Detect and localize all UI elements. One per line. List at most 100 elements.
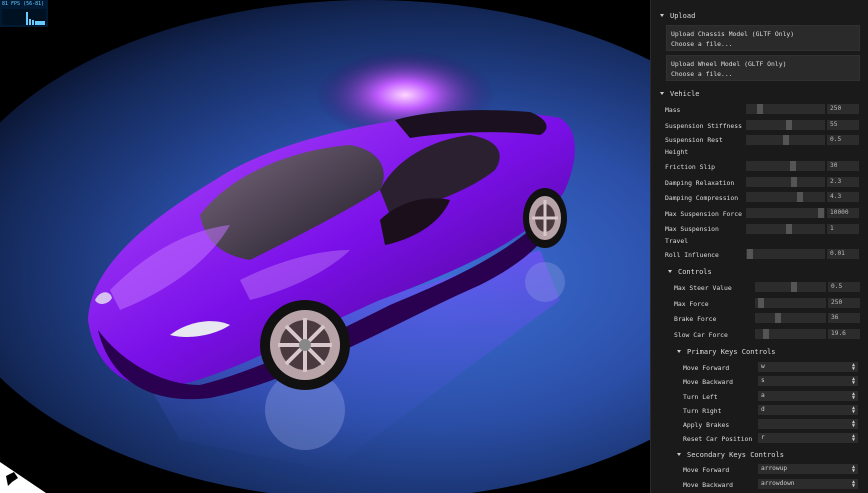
friction-slip-slider[interactable] bbox=[746, 161, 825, 171]
select-arrows-icon: ▲ ▼ bbox=[851, 419, 855, 429]
brake-force-input[interactable]: 36 bbox=[828, 313, 860, 323]
control-row-slow-car-force: Slow Car Force 19.6 bbox=[669, 327, 861, 341]
slider-thumb[interactable] bbox=[782, 135, 789, 145]
damping-relaxation-input[interactable]: 2.3 bbox=[827, 177, 859, 187]
friction-slip-input[interactable]: 30 bbox=[827, 161, 859, 171]
slider-thumb[interactable] bbox=[756, 104, 763, 114]
damping-compression-slider[interactable] bbox=[746, 192, 825, 202]
key-label: Move Forward bbox=[683, 364, 730, 372]
slider-thumb[interactable] bbox=[758, 298, 765, 308]
primary-key-row-reset-car-position: Reset Car Position r ▲ ▼ bbox=[678, 431, 860, 445]
upload-chassis-input[interactable]: Upload Chassis Model (GLTF Only) Choose … bbox=[666, 25, 860, 51]
control-label: Max Steer Value bbox=[674, 284, 732, 292]
upload-wheel-label: Upload Wheel Model (GLTF Only) bbox=[671, 60, 787, 68]
key-label: Move Backward bbox=[683, 481, 734, 489]
roll-influence-slider[interactable] bbox=[746, 249, 825, 259]
param-row-max-suspension-travel: Max Suspension Travel 1 bbox=[660, 222, 860, 245]
control-row-max-steer-value: Max Steer Value 0.5 bbox=[669, 280, 861, 294]
chevron-down-icon bbox=[677, 453, 681, 456]
select-value: d bbox=[761, 406, 765, 413]
slider-thumb[interactable] bbox=[818, 208, 825, 218]
param-row-roll-influence: Roll Influence 0.01 bbox=[660, 247, 860, 261]
primary-key-row-apply-brakes: Apply Brakes ▲ ▼ bbox=[678, 417, 860, 431]
primary-key-apply-brakes-select[interactable]: ▲ ▼ bbox=[758, 419, 858, 429]
slider-thumb[interactable] bbox=[797, 192, 804, 202]
app-logo-icon bbox=[0, 462, 46, 493]
chevron-down-icon bbox=[660, 14, 664, 17]
suspension-stiffness-input[interactable]: 55 bbox=[827, 120, 859, 130]
max-suspension-travel-input[interactable]: 1 bbox=[827, 224, 859, 234]
upload-chassis-label: Upload Chassis Model (GLTF Only) bbox=[671, 30, 795, 38]
slider-thumb[interactable] bbox=[786, 120, 793, 130]
param-label: Roll Influence bbox=[665, 251, 719, 259]
control-label: Slow Car Force bbox=[674, 331, 728, 339]
primary-key-move-backward-select[interactable]: s ▲ ▼ bbox=[758, 376, 858, 386]
mass-input[interactable]: 250 bbox=[827, 104, 859, 114]
fps-stats-panel: 81 FPS (56-81) bbox=[0, 0, 48, 27]
secondary-key-move-backward-select[interactable]: arrowdown ▲ ▼ bbox=[758, 479, 858, 489]
param-row-suspension-stiffness: Suspension Stiffness 55 bbox=[660, 118, 860, 132]
max-steer-value-input[interactable]: 0.5 bbox=[828, 282, 860, 292]
slow-car-force-input[interactable]: 19.6 bbox=[828, 329, 860, 339]
upload-wheel-input[interactable]: Upload Wheel Model (GLTF Only) Choose a … bbox=[666, 55, 860, 81]
primary-key-row-move-forward: Move Forward w ▲ ▼ bbox=[678, 360, 860, 374]
select-arrows-icon: ▲ ▼ bbox=[851, 362, 855, 372]
folder-controls[interactable]: Controls bbox=[668, 264, 712, 279]
select-value: arrowup bbox=[761, 465, 788, 472]
slider-thumb[interactable] bbox=[791, 177, 798, 187]
damping-compression-input[interactable]: 4.3 bbox=[827, 192, 859, 202]
slider-thumb[interactable] bbox=[786, 224, 793, 234]
max-force-slider[interactable] bbox=[755, 298, 826, 308]
upload-chassis-file[interactable]: Choose a file... bbox=[671, 40, 733, 48]
secondary-key-row-move-forward: Move Forward arrowup ▲ ▼ bbox=[678, 462, 860, 476]
mass-slider[interactable] bbox=[746, 104, 825, 114]
secondary-key-move-forward-select[interactable]: arrowup ▲ ▼ bbox=[758, 464, 858, 474]
control-label: Brake Force bbox=[674, 315, 717, 323]
param-label: Mass bbox=[665, 106, 681, 114]
chevron-down-icon bbox=[677, 350, 681, 353]
slow-car-force-slider[interactable] bbox=[755, 329, 826, 339]
suspension-stiffness-slider[interactable] bbox=[746, 120, 825, 130]
key-label: Move Backward bbox=[683, 378, 734, 386]
slider-thumb[interactable] bbox=[789, 161, 796, 171]
suspension-rest-height-input[interactable]: 0.5 bbox=[827, 135, 859, 145]
slider-thumb[interactable] bbox=[790, 282, 797, 292]
brake-force-slider[interactable] bbox=[755, 313, 826, 323]
max-steer-value-slider[interactable] bbox=[755, 282, 826, 292]
max-suspension-force-input[interactable]: 10000 bbox=[827, 208, 859, 218]
roll-influence-input[interactable]: 0.01 bbox=[827, 249, 859, 259]
max-suspension-force-slider[interactable] bbox=[746, 208, 825, 218]
slider-thumb[interactable] bbox=[746, 249, 753, 259]
key-label: Turn Left bbox=[683, 393, 718, 401]
max-force-input[interactable]: 250 bbox=[828, 298, 860, 308]
upload-wheel-file[interactable]: Choose a file... bbox=[671, 70, 733, 78]
param-label: Max Suspension Force bbox=[665, 210, 742, 218]
damping-relaxation-slider[interactable] bbox=[746, 177, 825, 187]
select-arrows-icon: ▲ ▼ bbox=[851, 464, 855, 474]
3d-viewport[interactable]: 81 FPS (56-81) bbox=[0, 0, 650, 493]
folder-primary-keys[interactable]: Primary Keys Controls bbox=[677, 344, 776, 359]
slider-thumb[interactable] bbox=[774, 313, 781, 323]
control-row-max-force: Max Force 250 bbox=[669, 296, 861, 310]
primary-key-move-forward-select[interactable]: w ▲ ▼ bbox=[758, 362, 858, 372]
primary-key-row-turn-right: Turn Right d ▲ ▼ bbox=[678, 403, 860, 417]
folder-secondary-keys[interactable]: Secondary Keys Controls bbox=[677, 447, 784, 462]
chevron-down-icon bbox=[668, 270, 672, 273]
folder-upload[interactable]: Upload bbox=[660, 8, 695, 23]
control-label: Max Force bbox=[674, 300, 709, 308]
primary-key-turn-left-select[interactable]: a ▲ ▼ bbox=[758, 391, 858, 401]
select-value: a bbox=[761, 392, 765, 399]
primary-key-row-turn-left: Turn Left a ▲ ▼ bbox=[678, 389, 860, 403]
folder-controls-title: Controls bbox=[678, 267, 712, 276]
suspension-rest-height-slider[interactable] bbox=[746, 135, 825, 145]
select-arrows-icon: ▲ ▼ bbox=[851, 479, 855, 489]
key-label: Turn Right bbox=[683, 407, 722, 415]
param-row-friction-slip: Friction Slip 30 bbox=[660, 159, 860, 173]
select-value: s bbox=[761, 377, 765, 384]
slider-thumb[interactable] bbox=[763, 329, 770, 339]
max-suspension-travel-slider[interactable] bbox=[746, 224, 825, 234]
folder-vehicle[interactable]: Vehicle bbox=[660, 86, 700, 101]
primary-key-turn-right-select[interactable]: d ▲ ▼ bbox=[758, 405, 858, 415]
key-label: Move Forward bbox=[683, 466, 730, 474]
primary-key-reset-car-position-select[interactable]: r ▲ ▼ bbox=[758, 433, 858, 443]
